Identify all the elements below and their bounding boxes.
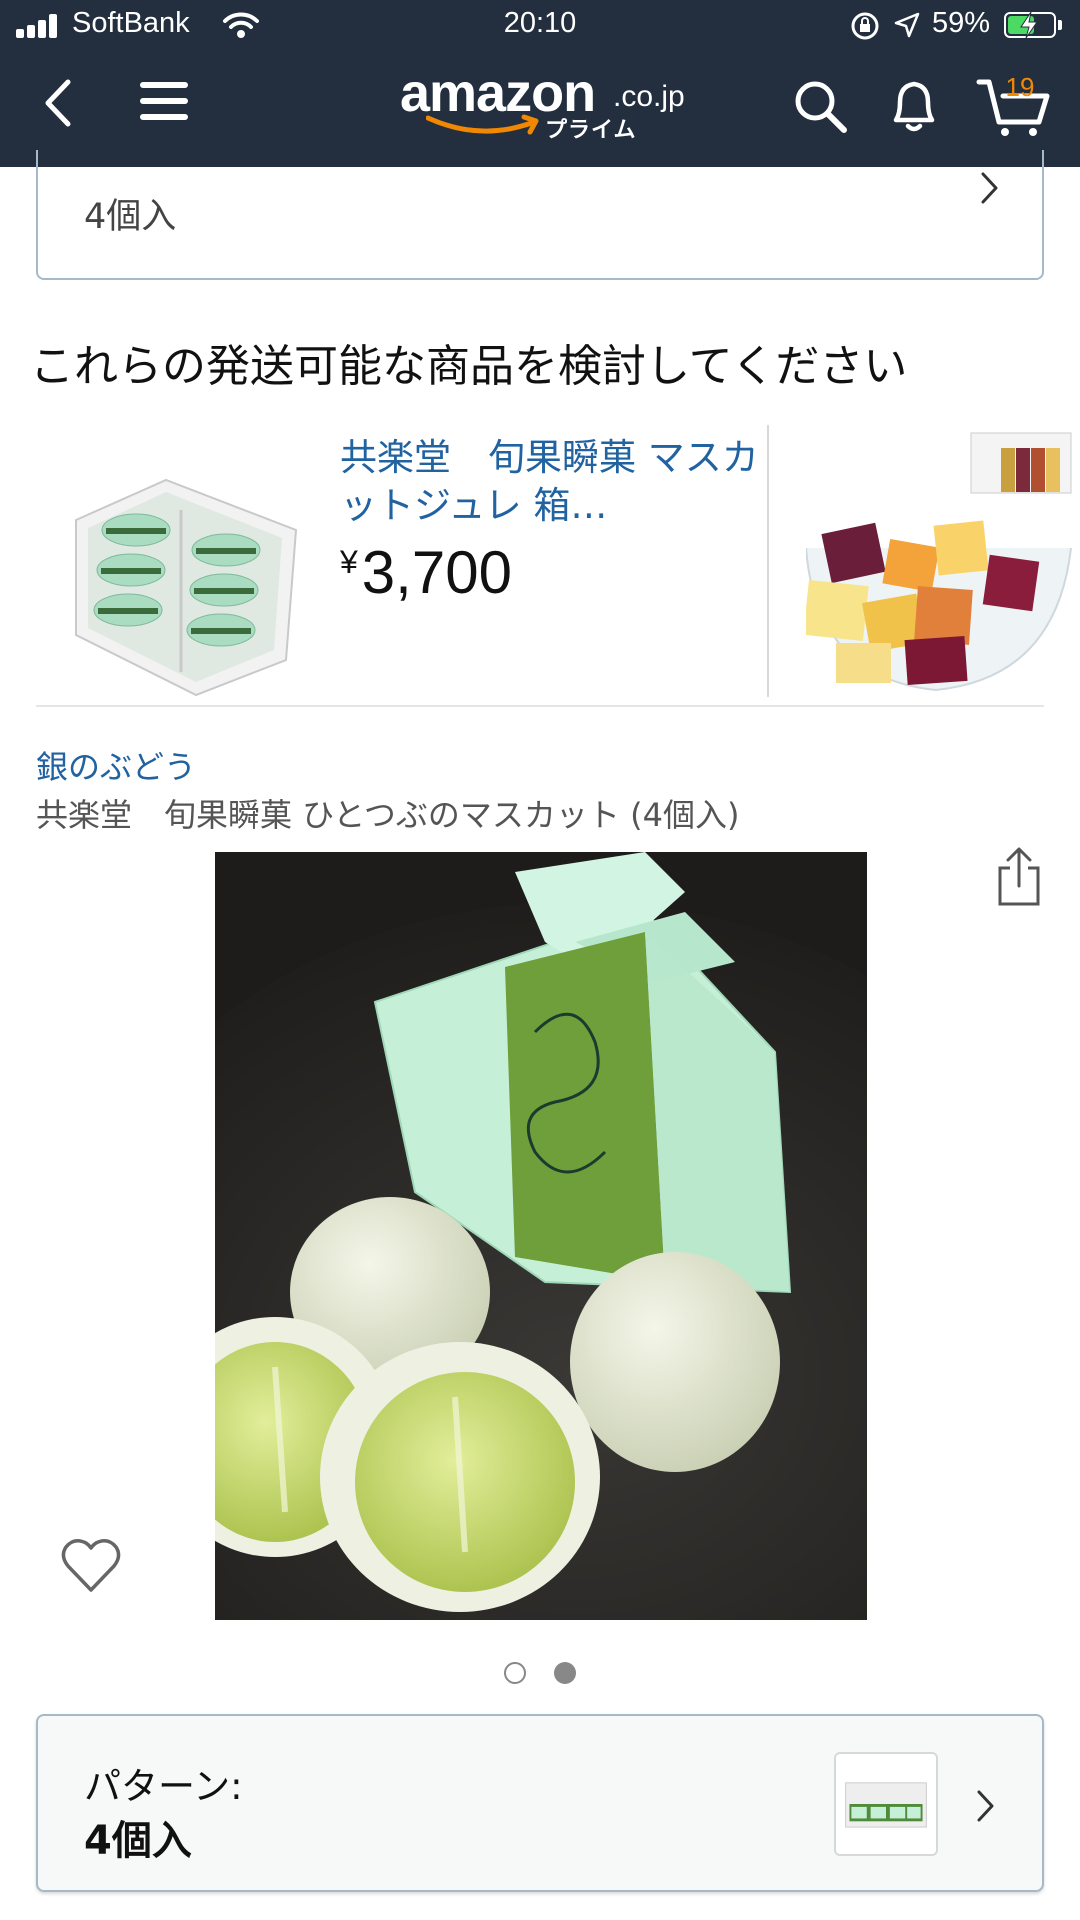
consider-section-title: これらの発送可能な商品を検討してください xyxy=(30,341,908,392)
charging-bolt-icon xyxy=(1020,11,1038,39)
recommendation-carousel[interactable]: 共楽堂 旬果瞬菓 マスカットジュレ 箱… ¥3,700 xyxy=(36,420,1072,697)
product-image[interactable] xyxy=(215,852,867,1620)
product-title: 共楽堂 旬果瞬菓 ひとつぶのマスカット (4個入) xyxy=(36,796,740,834)
section-divider xyxy=(36,705,1044,707)
bell-icon[interactable] xyxy=(886,76,942,136)
recommendation-price: ¥3,700 xyxy=(340,538,512,607)
carousel-divider xyxy=(767,425,769,697)
previous-option-card[interactable]: 4個入 xyxy=(36,150,1044,280)
battery-percent: 59% xyxy=(932,7,991,39)
status-bar: SoftBank 20:10 59% xyxy=(0,0,1080,52)
pagination-dot-1[interactable] xyxy=(504,1662,526,1684)
back-icon[interactable] xyxy=(40,78,76,128)
battery-cap xyxy=(1058,20,1062,30)
share-icon[interactable] xyxy=(996,846,1042,908)
heart-icon[interactable] xyxy=(60,1536,122,1594)
app-header: SoftBank 20:10 59% amazon .co.jp プライム 19 xyxy=(0,0,1080,167)
rotation-lock-icon xyxy=(851,12,879,40)
pattern-selector[interactable]: パターン: 4個入 xyxy=(36,1714,1044,1892)
chevron-right-icon xyxy=(977,1790,994,1822)
cart-count-badge[interactable]: 19 xyxy=(998,72,1042,103)
logo-suffix: .co.jp xyxy=(613,80,685,113)
pattern-value: 4個入 xyxy=(84,1818,192,1864)
recommendation-image[interactable] xyxy=(56,450,316,700)
search-icon[interactable] xyxy=(792,78,848,134)
logo-smile-icon xyxy=(426,114,539,135)
pagination-dot-2[interactable] xyxy=(554,1662,576,1684)
image-pagination[interactable] xyxy=(0,1662,1080,1690)
recommendation-image-2[interactable] xyxy=(806,428,1078,693)
recommendation-title[interactable]: 共楽堂 旬果瞬菓 マスカットジュレ 箱… xyxy=(340,434,760,530)
location-icon xyxy=(894,12,920,38)
logo-prime: プライム xyxy=(545,118,637,143)
pattern-thumbnail xyxy=(834,1752,938,1856)
amazon-logo[interactable]: amazon .co.jp プライム xyxy=(400,62,690,143)
menu-icon[interactable] xyxy=(140,82,190,122)
previous-option-text: 4個入 xyxy=(84,197,177,237)
brand-link[interactable]: 銀のぶどう xyxy=(36,742,196,788)
pattern-label: パターン: xyxy=(84,1765,243,1808)
price-currency: ¥ xyxy=(340,544,358,580)
chevron-right-icon xyxy=(981,172,998,204)
price-value: 3,700 xyxy=(361,539,512,606)
